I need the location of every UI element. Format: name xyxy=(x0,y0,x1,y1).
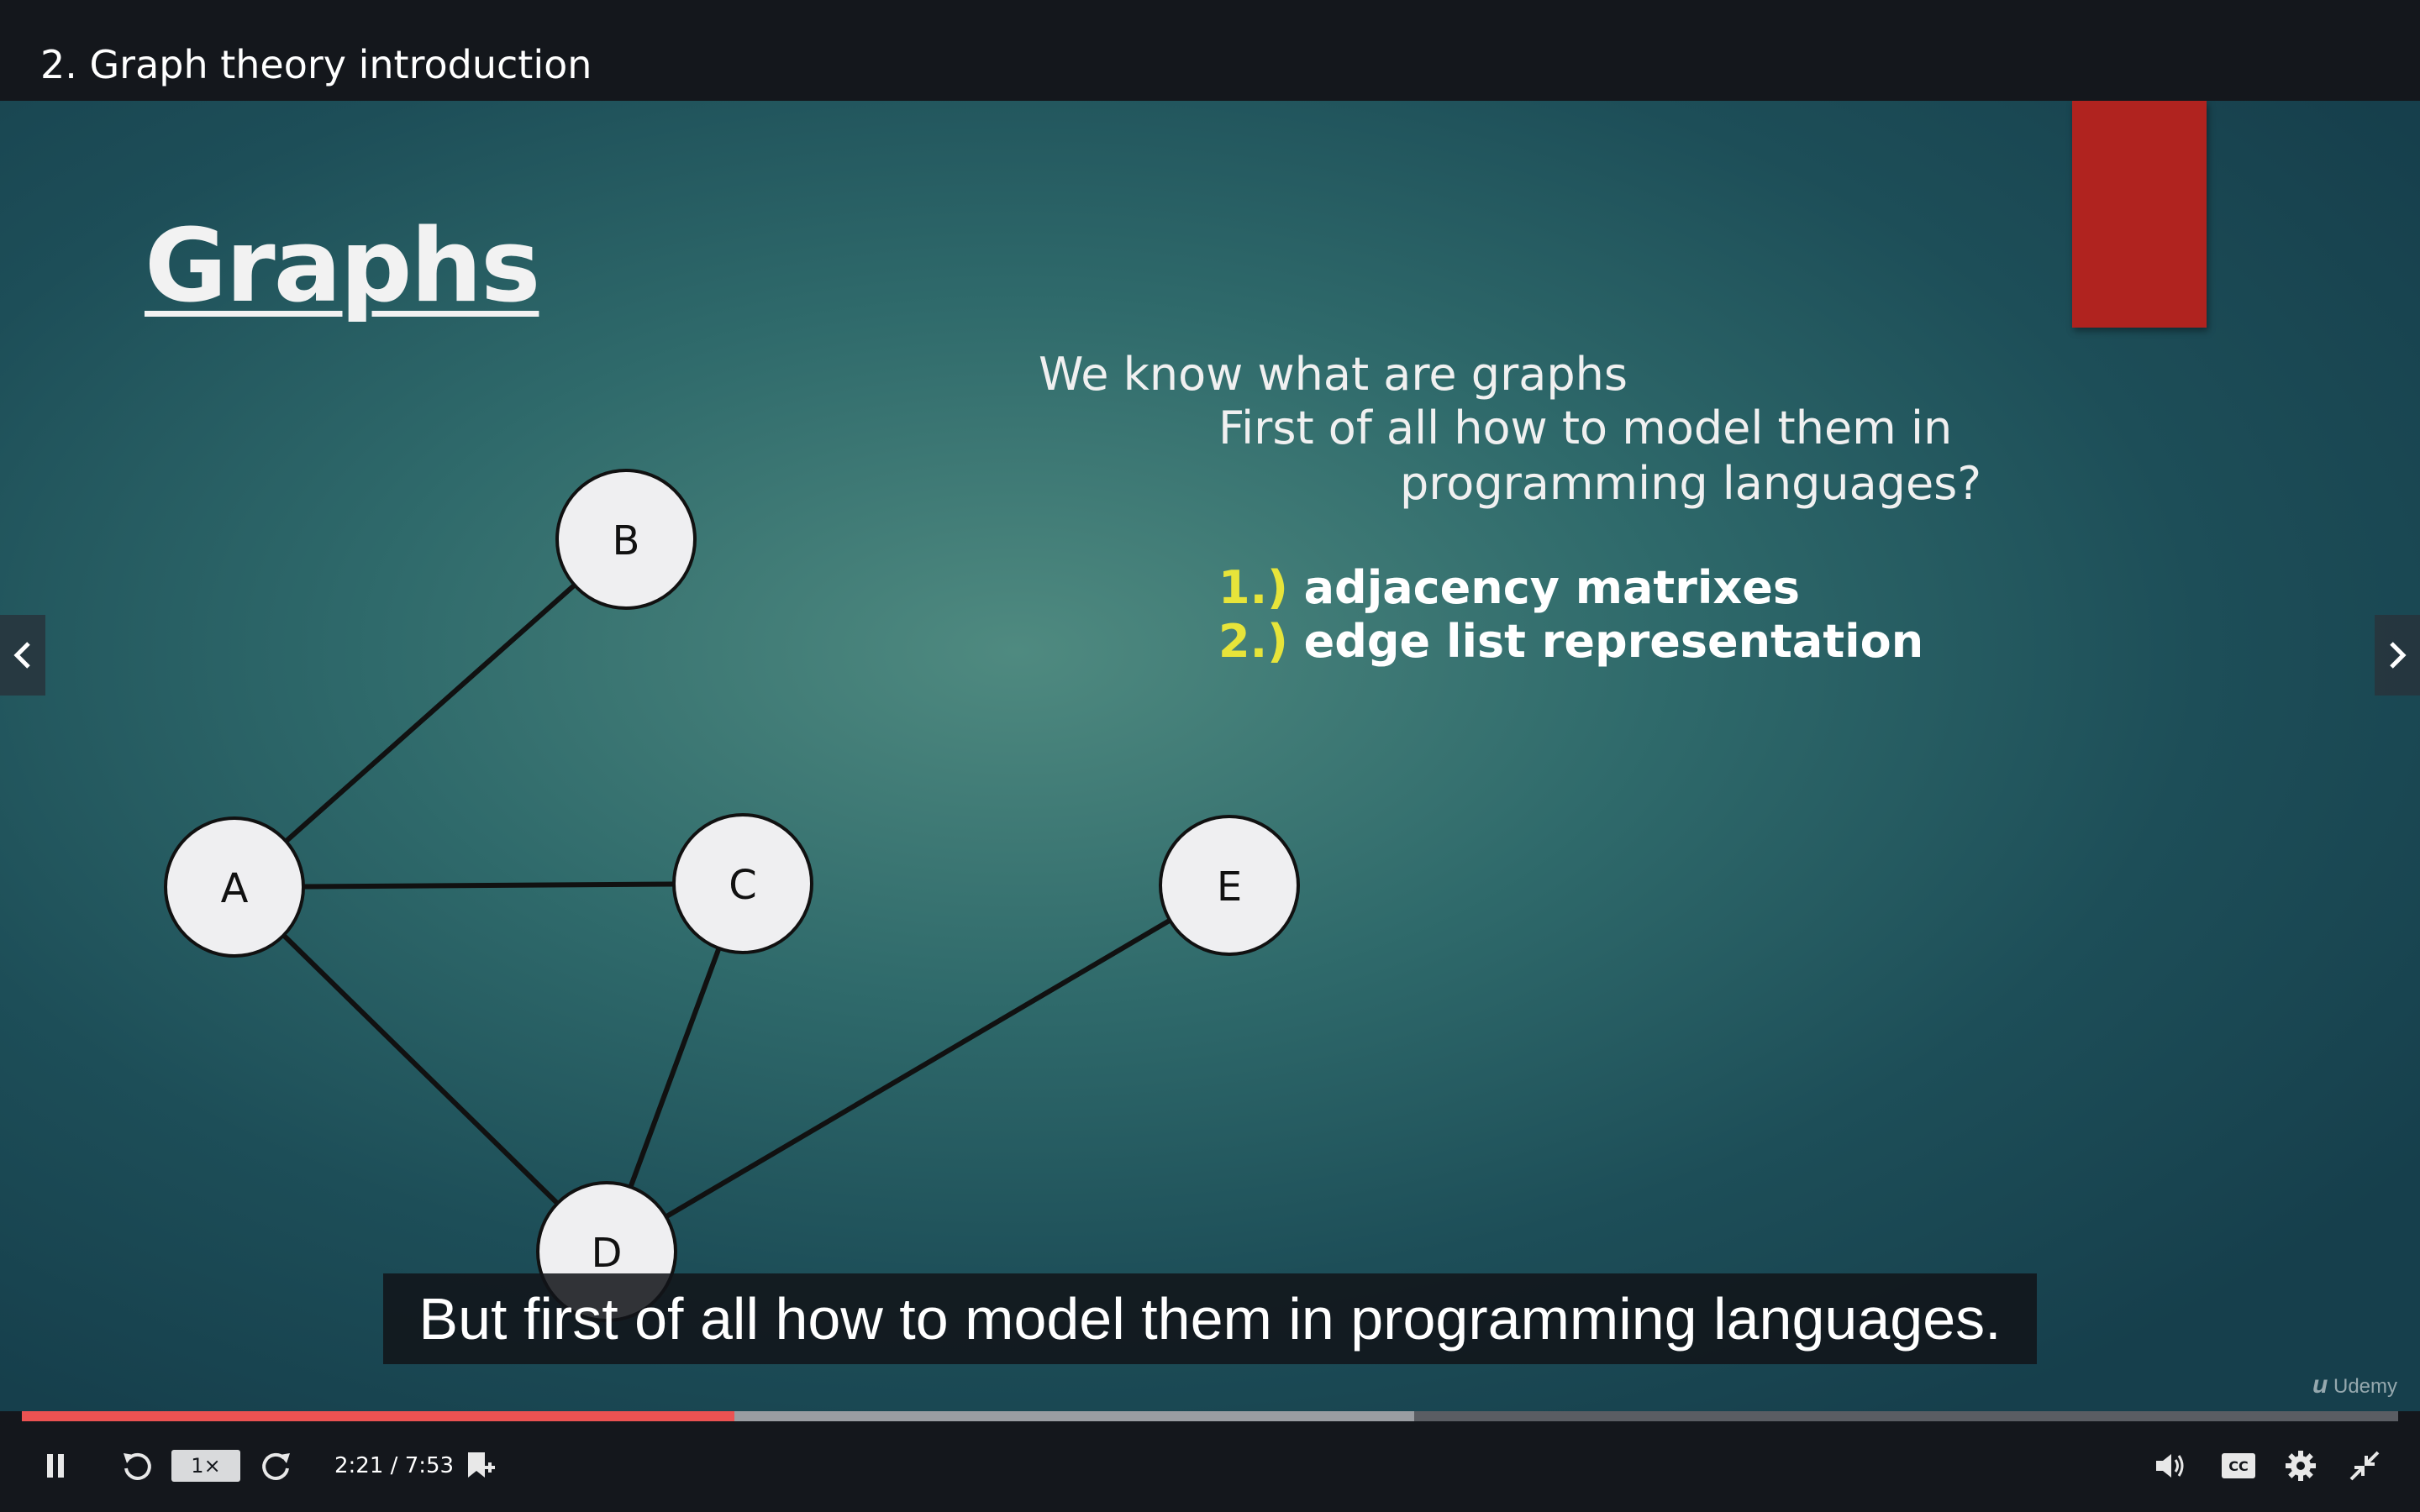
volume-button[interactable] xyxy=(2149,1446,2190,1485)
previous-lecture-button[interactable] xyxy=(0,615,45,696)
exit-fullscreen-icon xyxy=(2349,1451,2380,1481)
node-a: A xyxy=(164,816,305,958)
playback-speed-button[interactable]: 1× xyxy=(171,1450,240,1482)
svg-text:CC: CC xyxy=(2228,1458,2248,1474)
time-current: 2:21 xyxy=(334,1453,384,1478)
node-b: B xyxy=(555,469,697,610)
captions-icon: CC xyxy=(2222,1453,2255,1478)
udemy-watermark: u Udemy xyxy=(2312,1371,2397,1399)
video-frame[interactable]: Graphs We know what are graphs First of … xyxy=(0,101,2420,1411)
forward-icon xyxy=(262,1452,290,1480)
node-label-a: A xyxy=(221,865,249,912)
graph-diagram: B A C E D xyxy=(164,469,1300,1322)
settings-icon xyxy=(2286,1451,2316,1481)
node-c: C xyxy=(672,813,813,954)
caption-box: But first of all how to model them in pr… xyxy=(383,1273,2037,1364)
lecture-title: 2. Graph theory introduction xyxy=(40,42,592,87)
pause-button[interactable] xyxy=(37,1446,74,1485)
pause-icon xyxy=(47,1454,64,1478)
edge-a-c xyxy=(234,881,744,890)
settings-button[interactable] xyxy=(2281,1446,2321,1485)
node-label-d: D xyxy=(592,1230,623,1277)
udemy-logo-icon: u xyxy=(2312,1371,2328,1399)
node-label-e: E xyxy=(1217,864,1242,911)
edge-d-e xyxy=(605,883,1231,1254)
progress-played xyxy=(22,1411,735,1421)
edge-a-b xyxy=(233,537,628,890)
add-bookmark-button[interactable] xyxy=(460,1446,499,1485)
node-e: E xyxy=(1159,815,1300,956)
rewind-button[interactable] xyxy=(118,1446,156,1485)
node-label-c: C xyxy=(729,862,757,909)
add-bookmark-icon xyxy=(468,1452,495,1478)
edge-a-d xyxy=(232,885,609,1254)
forward-button[interactable] xyxy=(257,1446,296,1485)
progress-bar[interactable] xyxy=(22,1411,2398,1421)
time-separator: / xyxy=(390,1453,398,1478)
volume-icon xyxy=(2156,1454,2184,1478)
time-display: 2:21 / 7:53 xyxy=(334,1450,454,1482)
next-lecture-button[interactable] xyxy=(2375,615,2420,696)
chevron-left-icon xyxy=(13,642,30,669)
captions-button[interactable]: CC xyxy=(2218,1446,2259,1485)
chevron-right-icon xyxy=(2390,642,2407,669)
watermark-text: Udemy xyxy=(2333,1375,2398,1398)
exit-fullscreen-button[interactable] xyxy=(2344,1446,2385,1485)
rewind-icon xyxy=(124,1452,151,1480)
time-total: 7:53 xyxy=(404,1453,455,1478)
lecture-header: 2. Graph theory introduction xyxy=(0,0,2420,101)
caption-text: But first of all how to model them in pr… xyxy=(418,1286,2002,1352)
node-label-b: B xyxy=(613,517,640,564)
